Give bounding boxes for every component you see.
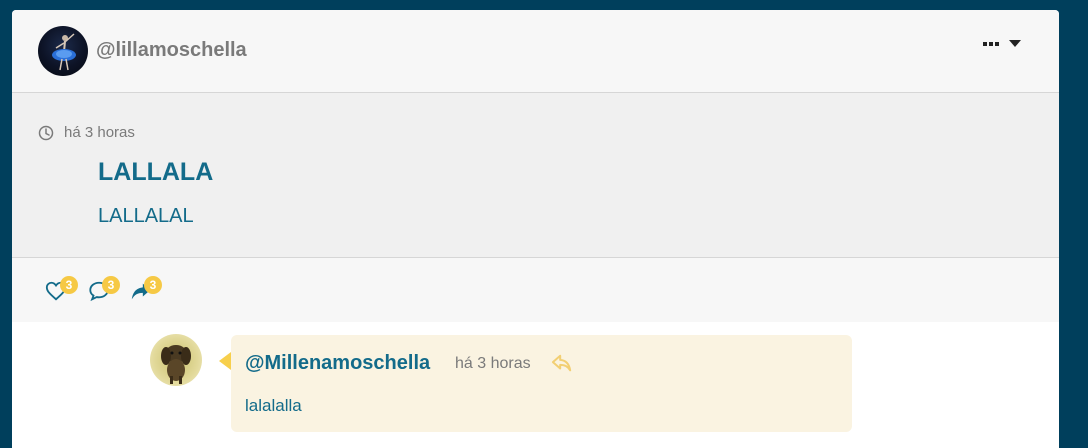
comment-text: lalalalla xyxy=(245,396,302,415)
comment-button[interactable]: 3 xyxy=(87,276,121,306)
author-avatar[interactable] xyxy=(38,26,88,76)
comment-count-badge: 3 xyxy=(102,276,120,294)
share-button[interactable]: 3 xyxy=(129,276,163,306)
commenter-avatar[interactable] xyxy=(150,334,202,386)
ballerina-image xyxy=(52,33,76,71)
caret-down-icon xyxy=(1009,40,1021,47)
post-content: há 3 horas LALLALA LALLALAL xyxy=(12,93,1059,258)
reply-button[interactable] xyxy=(551,353,573,373)
author-username[interactable]: @lillamoschella xyxy=(96,39,247,62)
post-header: @lillamoschella xyxy=(12,10,1059,93)
more-dots-icon xyxy=(983,41,999,46)
post-title: LALLALA xyxy=(98,158,214,186)
like-button[interactable]: 3 xyxy=(45,276,79,306)
share-count-badge: 3 xyxy=(144,276,162,294)
post-time-label: há 3 horas xyxy=(64,124,135,141)
post-actions: 3 3 3 xyxy=(12,258,1059,322)
comment-author[interactable]: @Millenamoschella xyxy=(245,352,430,375)
like-count-badge: 3 xyxy=(60,276,78,294)
post-card: @lillamoschella há 3 horas LALLALA LALLA… xyxy=(12,10,1059,448)
comment-section: @Millenamoschella há 3 horas lalalalla xyxy=(12,322,1059,448)
post-timestamp: há 3 horas xyxy=(38,124,135,141)
dog-image xyxy=(161,345,191,384)
reply-icon xyxy=(551,354,572,372)
post-options-menu[interactable] xyxy=(983,40,1021,47)
comment-time: há 3 horas xyxy=(455,355,531,372)
post-text: LALLALAL xyxy=(98,205,194,227)
comment-bubble-pointer xyxy=(219,352,231,370)
comment-bubble: @Millenamoschella há 3 horas lalalalla xyxy=(231,335,852,432)
clock-icon xyxy=(38,125,54,140)
